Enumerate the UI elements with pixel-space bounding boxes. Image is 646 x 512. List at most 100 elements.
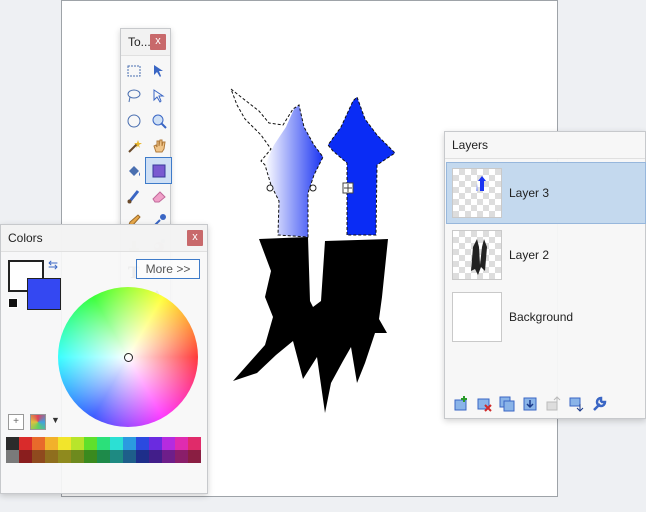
layer-row[interactable]: Layer 3 [446,162,646,224]
layer-toolbar [451,394,608,413]
add-color-icon[interactable]: + [8,414,24,430]
layer-row[interactable]: Layer 2 [447,225,645,285]
palette-swatch[interactable] [162,450,175,463]
palette-dropdown-icon[interactable]: ▼ [51,415,60,425]
add-layer-button[interactable] [451,394,470,413]
magic-wand-tool[interactable] [121,133,146,158]
paint-bucket-icon [128,165,140,176]
add-layer-icon [454,395,467,410]
tools-title: To... [128,35,151,49]
rectangle-select-icon [127,65,140,76]
palette-menu-icon[interactable] [30,414,46,430]
eraser-tool[interactable] [146,183,171,208]
rectangle-select-tool[interactable] [121,58,146,83]
layer-row[interactable]: Background [447,287,645,347]
color-wheel-cursor[interactable] [124,353,133,362]
palette-swatch[interactable] [97,450,110,463]
palette-swatch[interactable] [19,450,32,463]
palette-swatch[interactable] [175,437,188,450]
reset-colors-icon[interactable] [8,298,18,308]
palette-swatch[interactable] [84,450,97,463]
palette-swatch[interactable] [136,450,149,463]
layers-window: Layers Layer 3 Layer 2 Background [444,131,646,419]
move-selection-tool[interactable] [146,83,171,108]
palette-grid [6,437,201,463]
palette-swatch[interactable] [110,450,123,463]
secondary-color-swatch[interactable] [27,278,61,310]
move-selected-icon [153,64,163,77]
palette-swatch[interactable] [71,450,84,463]
layer-thumbnail [452,168,502,218]
move-layer-down-button[interactable] [566,394,585,413]
magic-wand-icon [127,139,142,153]
palette-swatch[interactable] [32,450,45,463]
colors-titlebar[interactable]: Colors x [1,225,207,252]
merge-layer-down-button[interactable] [520,394,539,413]
colors-title: Colors [8,231,43,245]
move-handle-icon [342,182,354,194]
move-layer-up-button[interactable] [543,394,562,413]
lasso-icon [127,89,140,102]
black-shape [233,237,388,413]
more-tools-button[interactable]: More >> [136,259,200,279]
layers-titlebar[interactable]: Layers [445,132,645,159]
delete-layer-icon [477,398,492,412]
duplicate-layer-icon [499,396,514,411]
gradient-icon [152,164,165,177]
move-up-icon [546,395,560,410]
lasso-select-tool[interactable] [121,83,146,108]
palette-swatch[interactable] [149,450,162,463]
layers-title: Layers [452,138,489,152]
tools-titlebar[interactable]: To... x [121,29,170,56]
ellipse-select-icon [127,114,140,127]
move-selected-tool[interactable] [146,58,171,83]
palette-swatch[interactable] [58,450,71,463]
delete-layer-button[interactable] [474,394,493,413]
palette-swatch[interactable] [136,437,149,450]
layer-3-preview-icon [476,176,486,191]
palette-swatch[interactable] [6,450,19,463]
wrench-icon [592,396,606,411]
palette-swatch[interactable] [6,437,19,450]
palette-swatch[interactable] [45,437,58,450]
blue-arrow-shape [328,97,395,235]
palette-swatch[interactable] [110,437,123,450]
palette-swatch[interactable] [45,450,58,463]
paint-bucket-tool[interactable] [121,158,146,183]
zoom-tool[interactable] [146,108,171,133]
pan-tool[interactable] [146,133,171,158]
zoom-icon [152,114,167,129]
duplicate-layer-button[interactable] [497,394,516,413]
merge-down-icon [523,397,536,410]
more-tools-label: More >> [145,262,191,276]
palette-swatch[interactable] [19,437,32,450]
palette-swatch[interactable] [58,437,71,450]
layer-name: Background [509,310,574,324]
move-selection-icon [153,88,165,103]
colors-close-button[interactable]: x [187,230,203,246]
palette-swatch[interactable] [175,450,188,463]
selection-handle [266,184,274,192]
layer-2-preview-icon [471,239,487,275]
palette-swatch[interactable] [32,437,45,450]
tools-close-button[interactable]: x [150,34,166,50]
paintbrush-icon [127,189,139,203]
palette-swatch[interactable] [149,437,162,450]
move-down-icon [569,397,583,412]
palette-swatch[interactable] [97,437,110,450]
palette-swatch[interactable] [123,437,136,450]
gradient-shape [265,105,323,237]
layer-properties-button[interactable] [589,394,608,413]
eraser-icon [151,190,166,202]
gradient-tool[interactable] [145,157,172,184]
palette-swatch[interactable] [71,437,84,450]
palette-swatch[interactable] [162,437,175,450]
palette-swatch[interactable] [188,437,201,450]
palette-swatch[interactable] [188,450,201,463]
palette-swatch[interactable] [123,450,136,463]
paintbrush-tool[interactable] [121,183,146,208]
hand-icon [152,139,166,152]
swap-colors-icon[interactable]: ⇆ [48,258,58,272]
ellipse-select-tool[interactable] [121,108,146,133]
palette-swatch[interactable] [84,437,97,450]
